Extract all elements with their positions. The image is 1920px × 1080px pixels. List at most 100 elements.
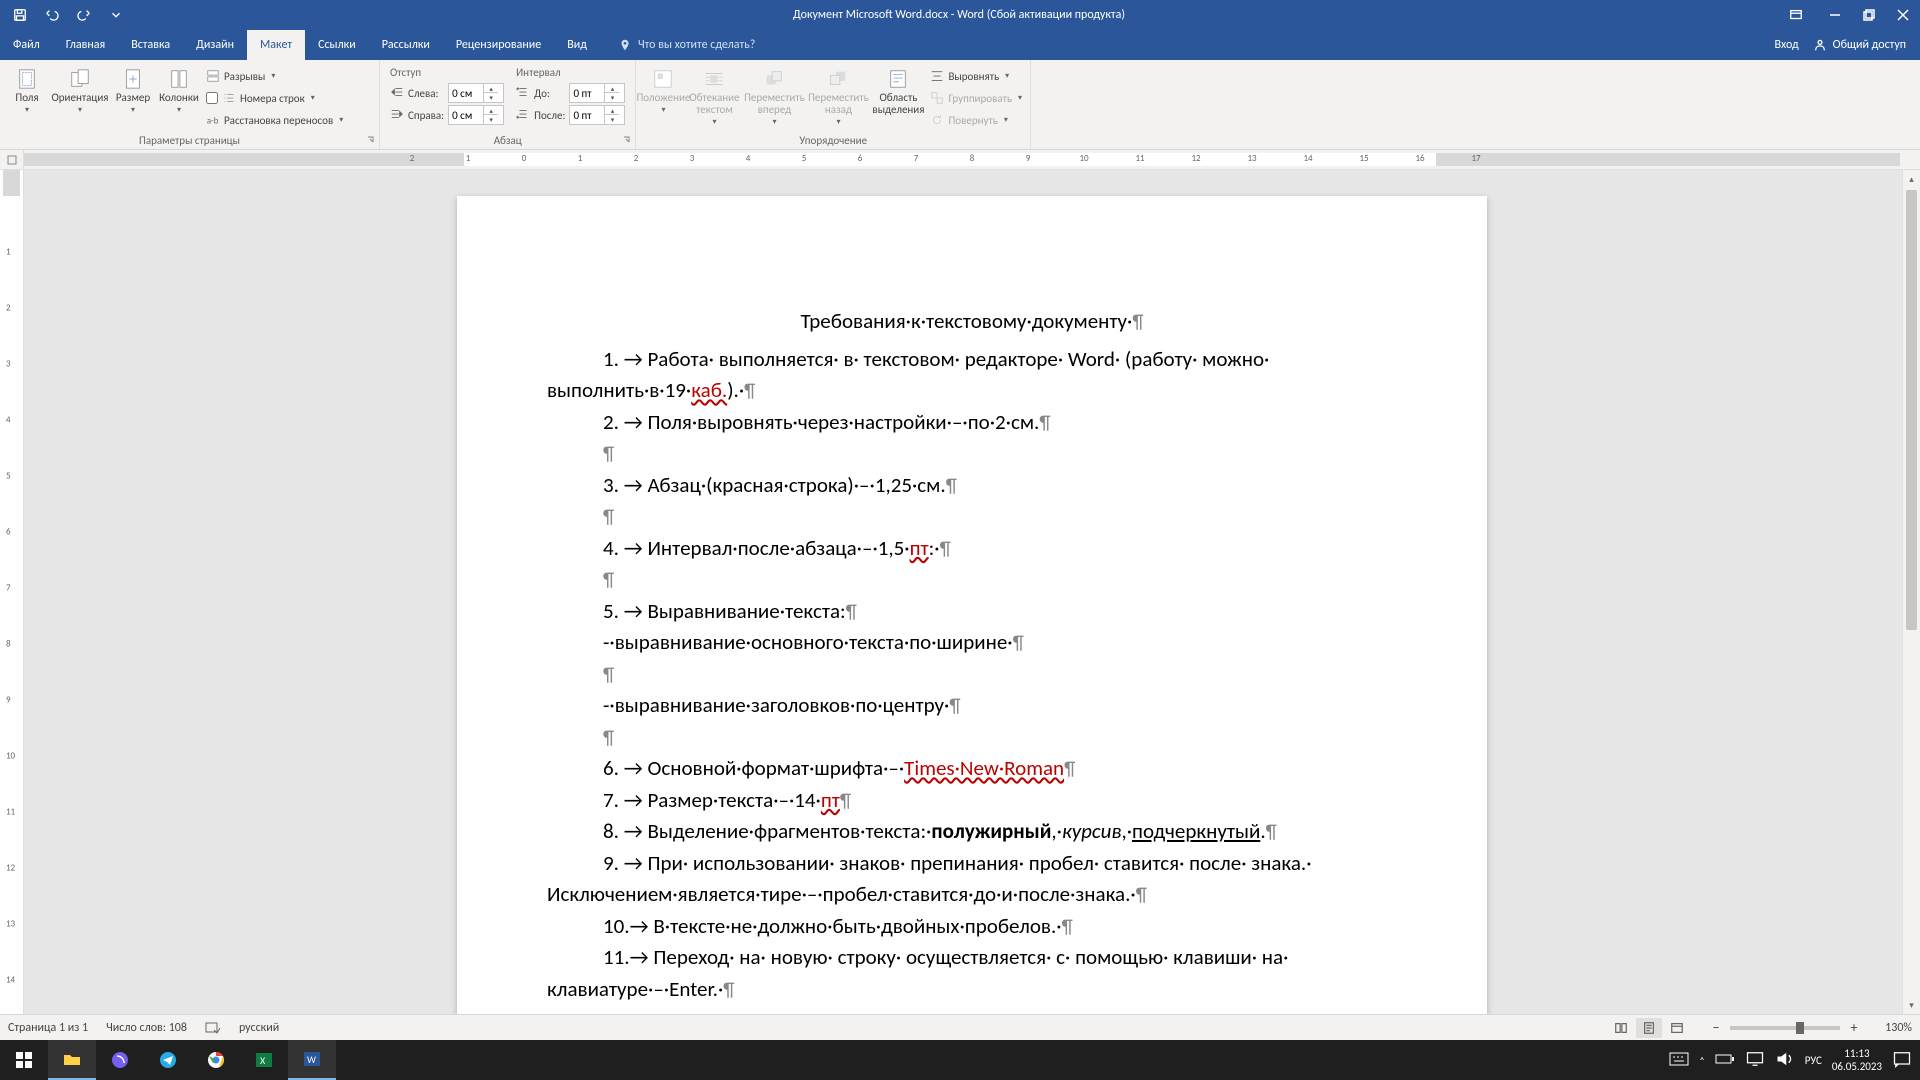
indent-right-label: Справа: (408, 109, 444, 122)
align-button[interactable]: Выровнять▾ (930, 66, 1022, 86)
status-bar: Страница 1 из 1 Число слов: 108 русский … (0, 1014, 1920, 1040)
taskbar-excel[interactable]: X (240, 1040, 288, 1080)
close-button[interactable] (1886, 0, 1920, 30)
tray-battery-icon[interactable] (1715, 1049, 1735, 1072)
scroll-up-button[interactable]: ▴ (1903, 170, 1920, 188)
taskbar-viber[interactable] (96, 1040, 144, 1080)
zoom-level[interactable]: 130% (1868, 1021, 1912, 1035)
zoom-slider[interactable] (1730, 1026, 1840, 1030)
tab-view[interactable]: Вид (554, 30, 600, 60)
page-setup-launcher[interactable] (365, 135, 377, 147)
status-word-count[interactable]: Число слов: 108 (106, 1021, 187, 1035)
view-read-mode[interactable] (1608, 1018, 1634, 1038)
columns-button[interactable]: Колонки▾ (156, 64, 202, 115)
canvas[interactable]: Требования·к·текстовому·документу·¶ 1. →… (24, 170, 1920, 1014)
spacing-before-input[interactable]: ▴▾ (569, 83, 625, 103)
tray-chevron-icon[interactable]: ˄ (1699, 1054, 1704, 1067)
scroll-down-button[interactable]: ▾ (1903, 996, 1920, 1014)
undo-button[interactable] (38, 0, 66, 30)
view-buttons (1608, 1018, 1690, 1038)
signin-button[interactable]: Вход (1774, 38, 1798, 52)
tab-review[interactable]: Рецензирование (443, 30, 554, 60)
ribbon-tabs: Файл Главная Вставка Дизайн Макет Ссылки… (0, 30, 1920, 60)
group-label-paragraph: Абзац (494, 134, 522, 147)
ribbon-display-options-button[interactable] (1782, 0, 1810, 30)
minimize-button[interactable] (1818, 0, 1852, 30)
position-button: Положение▾ (640, 64, 686, 115)
rotate-button: Повернуть▾ (930, 110, 1022, 130)
hyphenation-button[interactable]: a-bРасстановка переносов▾ (206, 110, 343, 130)
tell-me-placeholder: Что вы хотите сделать? (638, 38, 755, 52)
zoom-out-button[interactable]: − (1708, 1019, 1724, 1036)
breaks-button[interactable]: Разрывы▾ (206, 66, 343, 86)
group-page-setup: Поля▾ Ориентация▾ Размер▾ Колонки▾ Разры… (0, 60, 380, 149)
horizontal-ruler[interactable]: 2101234567891011121314151617 (24, 153, 1900, 166)
tray-keyboard-icon[interactable] (1669, 1049, 1689, 1072)
tab-insert[interactable]: Вставка (118, 30, 183, 60)
status-page[interactable]: Страница 1 из 1 (8, 1021, 88, 1035)
paragraph-launcher[interactable] (621, 135, 633, 147)
view-print-layout[interactable] (1636, 1018, 1662, 1038)
ribbon: Поля▾ Ориентация▾ Размер▾ Колонки▾ Разры… (0, 60, 1920, 150)
tab-home[interactable]: Главная (53, 30, 118, 60)
vertical-ruler[interactable]: 1234567891011121314 (0, 170, 24, 1014)
svg-text:a-b: a-b (207, 117, 219, 127)
status-spellcheck[interactable] (205, 1021, 221, 1035)
taskbar-explorer[interactable] (48, 1040, 96, 1080)
zoom-control: − + 130% (1708, 1019, 1912, 1036)
tell-me-search[interactable]: Что вы хотите сделать? (618, 30, 755, 60)
svg-text:W: W (307, 1053, 316, 1066)
scroll-thumb[interactable] (1906, 190, 1917, 630)
spacing-after-input[interactable]: ▴▾ (569, 105, 625, 125)
page[interactable]: Требования·к·текстовому·документу·¶ 1. →… (457, 196, 1487, 1014)
spacing-after-label: После: (534, 109, 565, 122)
tab-references[interactable]: Ссылки (305, 30, 369, 60)
ruler-corner[interactable] (0, 150, 24, 169)
system-tray: ˄ РУС 11:1306.05.2023 (1669, 1047, 1920, 1073)
taskbar-word[interactable]: W (288, 1040, 336, 1080)
status-language[interactable]: русский (239, 1021, 279, 1035)
save-button[interactable] (6, 0, 34, 30)
size-button[interactable]: Размер▾ (110, 64, 156, 115)
view-web-layout[interactable] (1664, 1018, 1690, 1038)
zoom-in-button[interactable]: + (1846, 1019, 1862, 1036)
selection-pane-button[interactable]: Область выделения (870, 64, 926, 116)
redo-button[interactable] (70, 0, 98, 30)
group-paragraph: Отступ Слева: ▴▾ Справа: ▴▾ Интервал До:… (380, 60, 636, 149)
tab-layout[interactable]: Макет (247, 30, 305, 60)
tray-clock[interactable]: 11:1306.05.2023 (1832, 1047, 1882, 1073)
maximize-button[interactable] (1852, 0, 1886, 30)
group-button: Группировать▾ (930, 88, 1022, 108)
group-arrange: Положение▾ Обтекание текстом▾ Переместит… (636, 60, 1031, 149)
taskbar-chrome[interactable] (192, 1040, 240, 1080)
svg-text:X: X (260, 1054, 266, 1067)
orientation-button[interactable]: Ориентация▾ (50, 64, 110, 115)
tab-mailings[interactable]: Рассылки (369, 30, 443, 60)
tray-notifications-icon[interactable] (1892, 1049, 1912, 1072)
tab-file[interactable]: Файл (0, 30, 53, 60)
taskbar-telegram[interactable] (144, 1040, 192, 1080)
spacing-header: Интервал (516, 66, 625, 81)
document-area: 1234567891011121314 Требования·к·текстов… (0, 170, 1920, 1014)
share-button[interactable]: Общий доступ (1813, 38, 1906, 52)
indent-left-input[interactable]: ▴▾ (448, 83, 504, 103)
qat-customize-button[interactable] (102, 0, 130, 30)
line-numbers-button[interactable]: Номера строк▾ (206, 88, 343, 108)
os-taskbar: X W ˄ РУС 11:1306.05.2023 (0, 1040, 1920, 1080)
indent-right-input[interactable]: ▴▾ (448, 105, 504, 125)
start-button[interactable] (0, 1040, 48, 1080)
doc-title: Требования·к·текстовому·документу· (801, 308, 1133, 334)
margins-button[interactable]: Поля▾ (4, 64, 50, 115)
group-label-page-setup: Параметры страницы (139, 134, 240, 147)
send-backward-button: Переместить назад▾ (806, 64, 870, 127)
tray-language[interactable]: РУС (1805, 1054, 1822, 1067)
tray-volume-icon[interactable] (1775, 1049, 1795, 1072)
spacing-before-label: До: (534, 87, 565, 100)
tab-design[interactable]: Дизайн (183, 30, 247, 60)
window-controls (1818, 0, 1920, 30)
vertical-scrollbar[interactable]: ▴ ▾ (1902, 170, 1920, 1014)
group-label-arrange: Упорядочение (799, 134, 867, 147)
title-bar: Документ Microsoft Word.docx - Word (Сбо… (0, 0, 1920, 30)
quick-access-toolbar (0, 0, 136, 30)
tray-network-icon[interactable] (1745, 1049, 1765, 1072)
